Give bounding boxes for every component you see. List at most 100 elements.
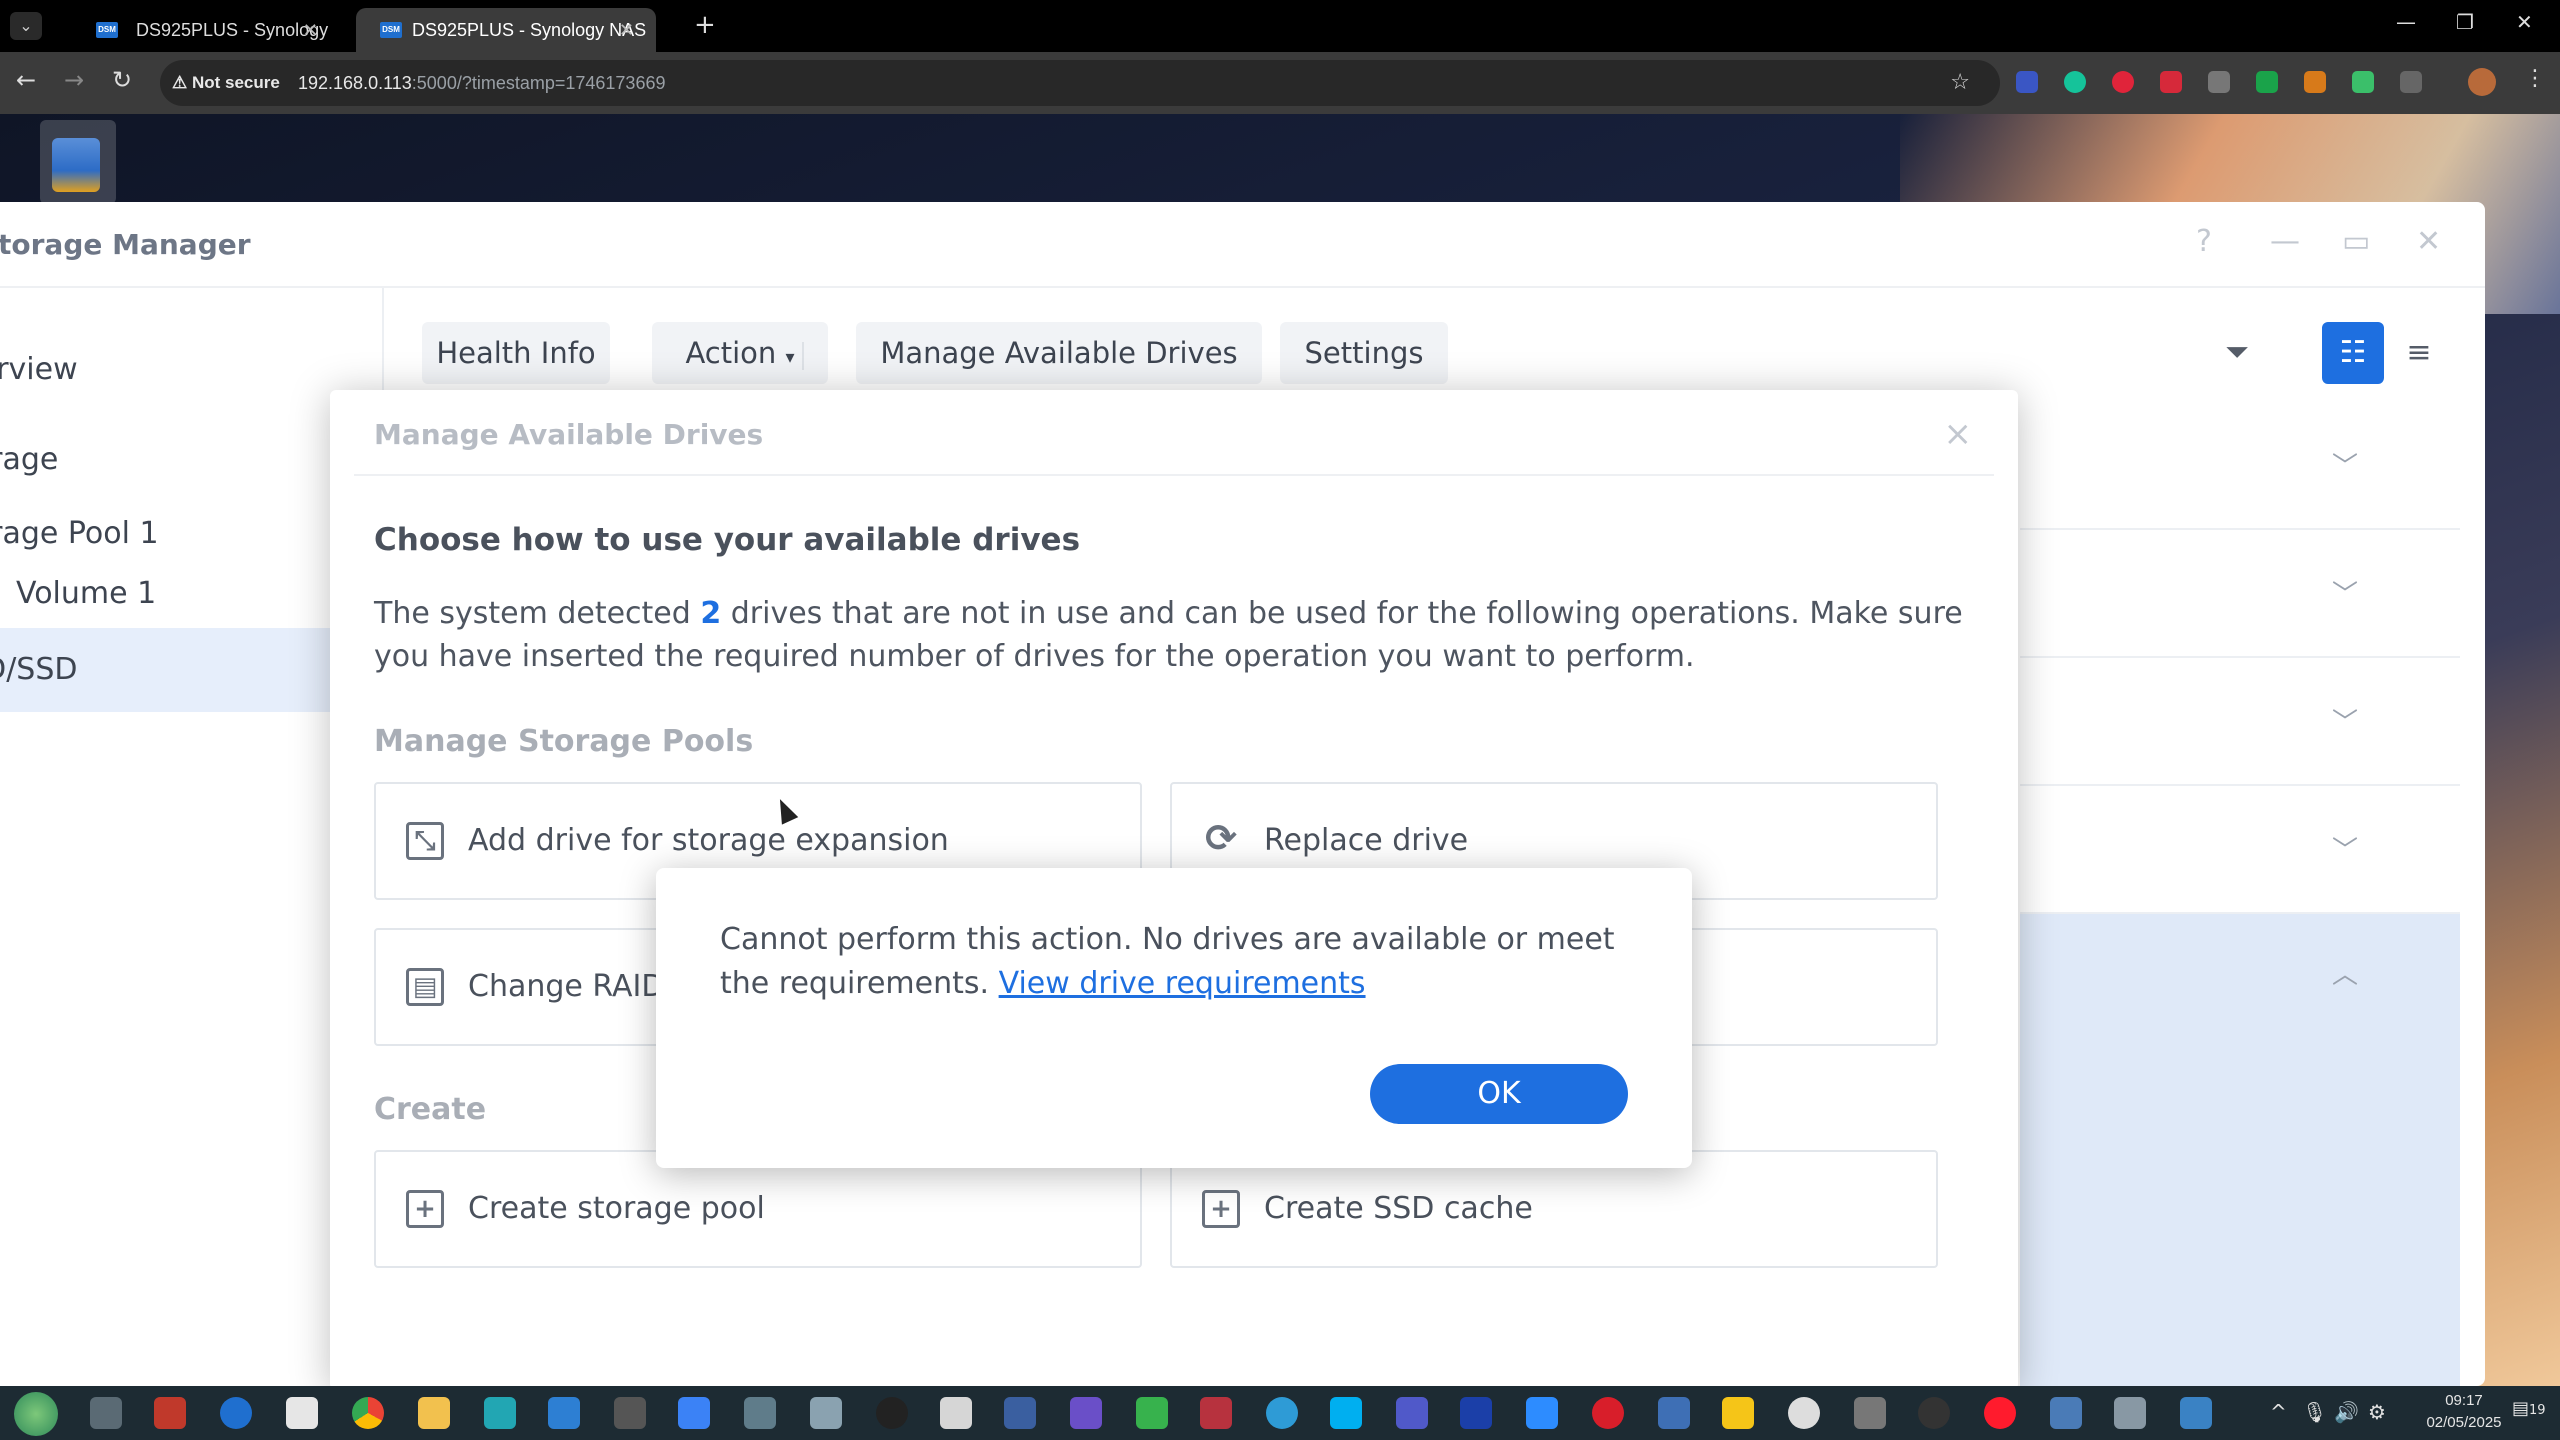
bookmark-star-icon[interactable]: ☆: [1950, 60, 1970, 106]
app-purple-icon[interactable]: [1070, 1397, 1102, 1429]
storage-manager-app-icon: [52, 138, 100, 192]
green-square-icon[interactable]: [2352, 71, 2374, 93]
app-chart-2-icon[interactable]: [2050, 1397, 2082, 1429]
tray-chevron-icon[interactable]: ^: [2270, 1400, 2287, 1424]
dialog-heading: Choose how to use your available drives: [374, 522, 1081, 558]
network-icon[interactable]: ⚙: [2368, 1400, 2386, 1424]
app-grid-icon[interactable]: [678, 1397, 710, 1429]
chevron-down-icon[interactable]: ﹀: [2332, 446, 2358, 483]
help-icon[interactable]: ?: [2196, 224, 2212, 259]
app-bars-icon[interactable]: [2180, 1397, 2212, 1429]
close-window-icon[interactable]: ✕: [2516, 10, 2533, 34]
plus-box-icon: +: [406, 1190, 444, 1228]
not-secure-label: Not secure: [191, 73, 280, 92]
clock-time: 09:17: [2445, 1392, 2483, 1409]
orange-icon[interactable]: [2304, 71, 2326, 93]
sidebar-item-hdd-ssd[interactable]: DD/SSD: [0, 628, 384, 712]
app-usb-icon[interactable]: [1854, 1397, 1886, 1429]
app-chart-icon[interactable]: [1004, 1397, 1036, 1429]
profile-avatar[interactable]: [2468, 68, 2496, 96]
close-tab-icon[interactable]: ✕: [619, 8, 634, 52]
opera-icon[interactable]: [1984, 1397, 2016, 1429]
clock-date: 02/05/2025: [2426, 1414, 2502, 1431]
file-explorer-icon[interactable]: [418, 1397, 450, 1429]
zoom-icon[interactable]: [1526, 1397, 1558, 1429]
tab-manage-available-drives[interactable]: Manage Available Drives: [856, 322, 1262, 384]
green-record-icon[interactable]: [2256, 71, 2278, 93]
reload-icon[interactable]: ↻: [112, 66, 132, 94]
app-record-icon[interactable]: [876, 1397, 908, 1429]
compact-view-icon[interactable]: ≡: [2388, 322, 2450, 384]
sidebar-item-volume[interactable]: Volume 1: [0, 552, 384, 636]
app-green-icon[interactable]: [1136, 1397, 1168, 1429]
list-view-icon[interactable]: ☷: [2322, 322, 2384, 384]
download-icon[interactable]: [2208, 71, 2230, 93]
chrome-icon[interactable]: [352, 1397, 384, 1429]
storage-manager-desktop-icon[interactable]: [40, 120, 116, 204]
view-drive-requirements-link[interactable]: View drive requirements: [999, 966, 1366, 1001]
volume-icon[interactable]: 🔊: [2334, 1400, 2359, 1424]
calculator-icon[interactable]: [2114, 1397, 2146, 1429]
keyboard-app-icon[interactable]: [614, 1397, 646, 1429]
app-red-icon[interactable]: [1200, 1397, 1232, 1429]
app-network-icon[interactable]: [1658, 1397, 1690, 1429]
app-window-icon[interactable]: [744, 1397, 776, 1429]
app-play-icon[interactable]: [1722, 1397, 1754, 1429]
ext-blue-icon[interactable]: [2016, 71, 2038, 93]
chevron-up-icon[interactable]: ︿: [2332, 954, 2358, 991]
close-icon[interactable]: ✕: [2416, 224, 2441, 259]
not-secure-indicator[interactable]: ⚠ Not secure: [172, 60, 280, 106]
search-app-icon[interactable]: [548, 1397, 580, 1429]
app-tools-icon[interactable]: [810, 1397, 842, 1429]
close-tab-icon[interactable]: ✕: [303, 8, 318, 52]
ok-button[interactable]: OK: [1370, 1064, 1628, 1124]
browser-tab-1[interactable]: DSM DS925PLUS - Synology NAS ✕: [40, 8, 340, 84]
notification-center-icon[interactable]: ▤19: [2512, 1398, 2546, 1419]
grammarly-icon[interactable]: [2064, 71, 2086, 93]
red-drop-icon[interactable]: [2112, 71, 2134, 93]
sidebar-item-overview[interactable]: verview: [0, 328, 384, 412]
browser-tab-2[interactable]: DSM DS925PLUS - Synology NAS ✕: [356, 8, 656, 52]
close-icon[interactable]: ×: [1944, 414, 1973, 454]
skype-icon[interactable]: [1330, 1397, 1362, 1429]
app-blue-dot-icon[interactable]: [220, 1397, 252, 1429]
url-text[interactable]: 192.168.0.113:5000/?timestamp=1746173669: [298, 60, 665, 106]
microphone-icon[interactable]: 🎙: [2302, 1400, 2327, 1424]
filter-icon[interactable]: ⏷: [2206, 322, 2268, 384]
app-shield-icon[interactable]: [154, 1397, 186, 1429]
teams-icon[interactable]: [1396, 1397, 1428, 1429]
settings-gear-icon[interactable]: [90, 1397, 122, 1429]
puzzle-icon[interactable]: [2400, 71, 2422, 93]
taskbar-clock[interactable]: 09:17 02/05/2025: [2424, 1390, 2504, 1434]
maximize-icon[interactable]: ▭: [2342, 224, 2370, 259]
minimize-window-icon[interactable]: —: [2396, 10, 2416, 34]
chevron-down-icon[interactable]: ﹀: [2332, 830, 2358, 867]
sidebar-item-storage[interactable]: torage︿: [0, 418, 384, 502]
restore-window-icon[interactable]: ❐: [2456, 10, 2474, 34]
new-tab-button[interactable]: +: [694, 10, 716, 40]
minimize-icon[interactable]: —: [2270, 224, 2300, 259]
address-bar[interactable]: ⚠ Not secure 192.168.0.113:5000/?timesta…: [160, 60, 2000, 106]
tab-settings[interactable]: Settings: [1280, 322, 1448, 384]
app-teal-icon[interactable]: [484, 1397, 516, 1429]
window-app-icon[interactable]: [286, 1397, 318, 1429]
app-red-circle-icon[interactable]: [1592, 1397, 1624, 1429]
tab-health-info[interactable]: Health Info: [422, 322, 610, 384]
app-y-icon[interactable]: [1788, 1397, 1820, 1429]
forward-arrow-icon[interactable]: →: [64, 66, 84, 94]
back-arrow-icon[interactable]: ←: [16, 66, 36, 94]
start-button[interactable]: [14, 1392, 58, 1436]
dsm-favicon-icon: DSM: [380, 22, 402, 38]
app-cd-icon[interactable]: [1918, 1397, 1950, 1429]
app-globe-icon[interactable]: [1266, 1397, 1298, 1429]
browser-menu-icon[interactable]: ⋮: [2524, 66, 2546, 91]
app-doc-icon[interactable]: [940, 1397, 972, 1429]
chevron-down-icon[interactable]: ﹀: [2332, 574, 2358, 611]
adblock-icon[interactable]: [2160, 71, 2182, 93]
tab-search-button[interactable]: ⌄: [10, 12, 42, 40]
chevron-down-icon[interactable]: ﹀: [2332, 702, 2358, 739]
description-text: The system detected: [374, 596, 701, 631]
row-divider: [2020, 528, 2460, 530]
selected-row[interactable]: [2020, 914, 2460, 1386]
app-u-icon[interactable]: [1460, 1397, 1492, 1429]
